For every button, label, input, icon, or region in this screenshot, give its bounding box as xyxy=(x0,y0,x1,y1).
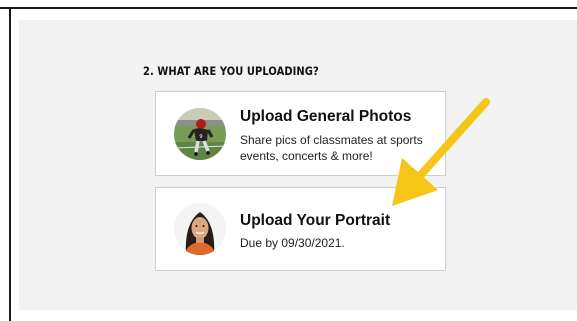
football-player-avatar: 9 xyxy=(174,108,226,160)
upload-portrait-title: Upload Your Portrait xyxy=(240,212,391,229)
section-heading: 2. WHAT ARE YOU UPLOADING? xyxy=(143,64,319,78)
svg-text:9: 9 xyxy=(199,134,202,140)
upload-portrait-due-date: Due by 09/30/2021. xyxy=(240,236,345,250)
yellow-arrow-icon xyxy=(392,98,490,206)
upload-general-photos-title: Upload General Photos xyxy=(240,108,412,125)
student-portrait-avatar xyxy=(174,203,226,255)
